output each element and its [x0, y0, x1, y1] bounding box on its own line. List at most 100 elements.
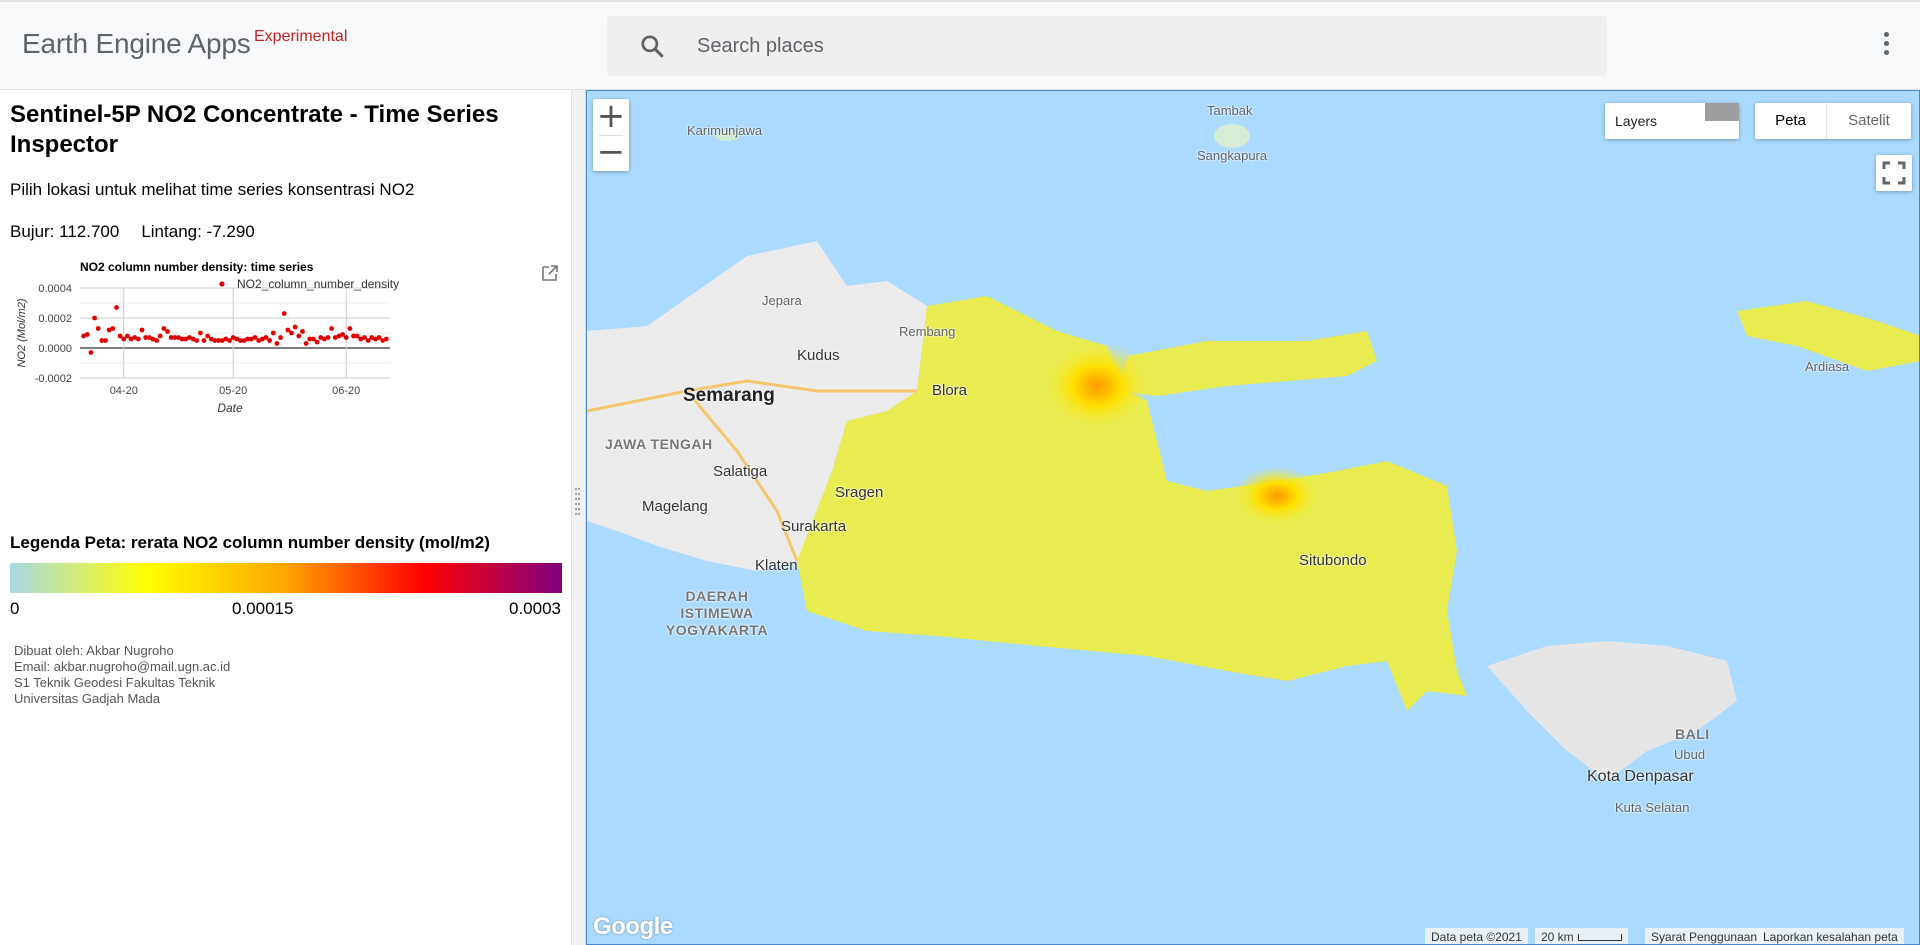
credit-line: Universitas Gadjah Mada [14, 691, 160, 706]
zoom-control: + − [593, 99, 629, 171]
zoom-in-button[interactable]: + [593, 99, 629, 135]
chart-data-point [139, 327, 145, 333]
legend-title: Legenda Peta: rerata NO2 column number d… [10, 533, 490, 552]
legend-tick-max: 0.0003 [509, 599, 561, 618]
map-label: Ubud [1674, 747, 1706, 762]
chart-x-tick-label: 05-20 [219, 385, 247, 397]
chart-data-point [300, 329, 305, 334]
chart-data-point [296, 333, 302, 339]
surabaya-hotspot [1042, 341, 1152, 431]
experimental-badge: Experimental [254, 28, 348, 45]
map-scale[interactable]: 20 km [1535, 928, 1628, 944]
map-label: JAWA TENGAH [605, 436, 713, 452]
chart-x-axis-label: Date [217, 401, 243, 415]
zoom-out-button[interactable]: − [593, 135, 629, 171]
map-label: Situbondo [1299, 552, 1367, 569]
chart-y-tick-label: -0.0002 [35, 373, 72, 385]
chart-data-point [325, 335, 331, 340]
fullscreen-icon [1882, 161, 1906, 185]
map-label: Klaten [755, 557, 798, 574]
map-label: Karimunjawa [687, 123, 763, 138]
chart-data-point [92, 315, 97, 321]
chart-data-point [194, 338, 200, 343]
probolinggo-hotspot [1232, 466, 1322, 526]
app-brand[interactable]: Earth Engine Apps [22, 28, 251, 60]
credit-line: S1 Teknik Geodesi Fakultas Teknik [14, 675, 216, 690]
map-type-control: Peta Satelit [1755, 103, 1911, 139]
map-data-attribution: Data peta ©2021 [1425, 928, 1528, 944]
chart-title: NO2 column number density: time series [80, 260, 314, 274]
chart-y-tick-label: 0.0004 [38, 283, 72, 295]
longitude-label: Bujur: 112.700 [10, 222, 120, 241]
author-credits: Dibuat oleh: Akbar Nugroho Email: akbar.… [14, 643, 230, 707]
report-map-error-link[interactable]: Laporkan kesalahan peta [1757, 928, 1904, 944]
chart-y-tick-label: 0.0002 [38, 313, 72, 325]
map-label: Sragen [835, 484, 884, 501]
side-panel [0, 90, 572, 945]
layers-dropdown[interactable]: Layers [1605, 103, 1739, 139]
map-label: Kudus [797, 347, 840, 364]
credit-line: Email: akbar.nugroho@mail.ugn.ac.id [14, 659, 231, 674]
chart-data-point [110, 326, 116, 331]
chart-legend-marker [219, 281, 225, 287]
chart-data-point [95, 326, 101, 331]
more-vert-icon[interactable] [1876, 32, 1896, 62]
no2-time-series-chart[interactable]: NO2 column number density: time series 0.… [10, 258, 565, 508]
chart-y-tick-label: 0.0000 [38, 343, 72, 355]
map-canvas[interactable]: Karimunjawa Tambak Sangkapura Jepara Rem… [586, 90, 1920, 945]
scale-bar [1577, 934, 1622, 942]
chart-data-point [154, 338, 159, 343]
coordinate-readout: Bujur: 112.700 Lintang: -7.290 [10, 222, 255, 242]
map-label: Rembang [899, 324, 956, 339]
fullscreen-button[interactable] [1876, 155, 1912, 191]
chart-data-point [165, 329, 170, 334]
map-label: Tambak [1207, 103, 1253, 118]
top-bar: Earth Engine Apps Experimental [0, 0, 1920, 90]
google-logo: Google [593, 913, 673, 940]
chart-data-point [303, 341, 309, 346]
drag-handle-icon[interactable] [575, 488, 581, 544]
map-label: Semarang [683, 385, 775, 406]
map-label: Jepara [762, 293, 802, 308]
map-label: Blora [932, 382, 968, 399]
chart-data-point [157, 333, 163, 339]
map-label: DAERAH ISTIMEWA YOGYAKARTA [665, 588, 769, 638]
chart-data-point [201, 338, 207, 343]
chart-data-point [383, 336, 389, 342]
map-label: Kuta Selatan [1615, 800, 1690, 815]
layer-opacity-swatch[interactable] [1705, 103, 1739, 121]
chart-data-point [135, 336, 141, 342]
chart-data-point [314, 339, 320, 345]
chart-data-point [278, 335, 283, 340]
chart-data-point [267, 338, 273, 343]
terms-link[interactable]: Syarat Penggunaan [1645, 928, 1764, 944]
chart-legend-label: NO2_column_number_density [237, 277, 399, 291]
legend-colorbar [10, 563, 562, 593]
legend-tick-mid: 0.00015 [232, 599, 294, 618]
map-label: Sangkapura [1197, 148, 1268, 163]
map-label: BALI [1675, 726, 1710, 742]
chart-x-tick-label: 04-20 [110, 385, 138, 397]
search-icon[interactable] [639, 33, 665, 59]
chart-data-point [329, 326, 335, 331]
chart-x-tick-label: 06-20 [332, 385, 360, 397]
layers-label: Layers [1615, 113, 1658, 129]
panel-instructions: Pilih lokasi untuk melihat time series k… [10, 180, 415, 199]
credit-line: Dibuat oleh: Akbar Nugroho [14, 643, 174, 658]
open-in-new-icon[interactable] [541, 264, 559, 282]
chart-data-point [88, 350, 94, 355]
map-type-peta-button[interactable]: Peta [1755, 103, 1827, 139]
chart-data-point [114, 305, 119, 310]
chart-data-point [343, 335, 349, 340]
madura-overlay [1122, 331, 1377, 396]
chart-data-point [103, 338, 108, 343]
map-label: Salatiga [713, 463, 768, 480]
chart-data-point [347, 326, 353, 331]
chart-data-point [197, 330, 203, 336]
search-box[interactable] [607, 16, 1607, 76]
map-label: Surakarta [781, 518, 847, 535]
chart-data-point [289, 330, 294, 336]
map-type-satelit-button[interactable]: Satelit [1827, 103, 1911, 139]
search-input[interactable] [697, 16, 1577, 76]
map-label: Magelang [642, 498, 708, 515]
